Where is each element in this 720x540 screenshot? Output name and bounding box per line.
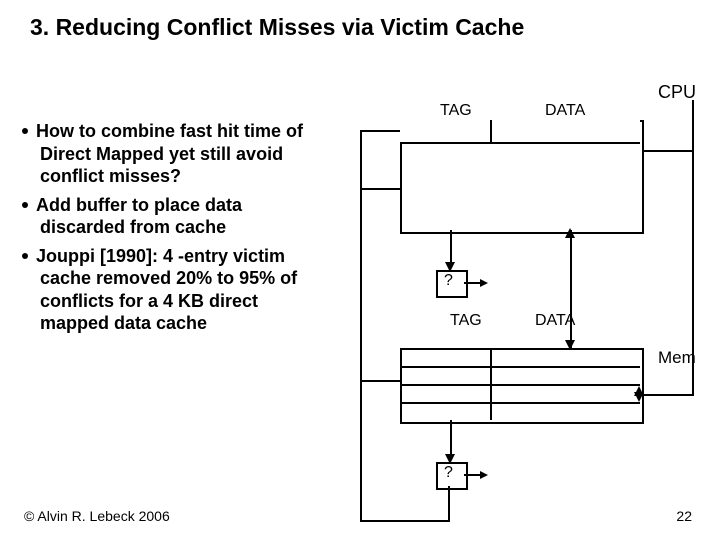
- left-top-h: [360, 130, 400, 132]
- cmp2-arrow: [480, 471, 488, 479]
- victim-r3: [400, 402, 640, 404]
- victim-to-cpu: [640, 394, 692, 396]
- bullet-1-text: How to combine fast hit time of Direct M…: [36, 121, 303, 186]
- cache-header-row: [400, 120, 640, 144]
- cache-tag-label: TAG: [440, 102, 472, 120]
- comparator-2-label: ?: [444, 464, 453, 482]
- victim-r1: [400, 366, 640, 368]
- bullet-1: How to combine fast hit time of Direct M…: [22, 120, 332, 188]
- bullet-3: Jouppi [1990]: 4 -entry victim cache rem…: [22, 245, 332, 335]
- page-number: 22: [676, 508, 692, 524]
- victim-cpu-down: [634, 392, 644, 402]
- cache-to-cpu: [640, 150, 692, 152]
- mem-label: Mem: [658, 348, 696, 368]
- bullet-3-text: Jouppi [1990]: 4 -entry victim cache rem…: [36, 246, 297, 334]
- copyright: © Alvin R. Lebeck 2006: [24, 508, 170, 524]
- data-bus-up-arrow: [565, 228, 575, 238]
- victim-div: [490, 348, 492, 420]
- cmp1-arrow: [480, 279, 488, 287]
- victim-r2: [400, 384, 640, 386]
- data-bus-down: [570, 230, 572, 348]
- victim-box: [400, 348, 644, 424]
- cache-div: [490, 120, 492, 142]
- left-mid-h: [360, 188, 400, 190]
- bullet-list: How to combine fast hit time of Direct M…: [22, 120, 332, 341]
- bullet-2: Add buffer to place data discarded from …: [22, 194, 332, 239]
- left-bottom-h: [360, 520, 450, 522]
- left-bottom-v: [448, 486, 450, 520]
- cache-data-label: DATA: [545, 102, 585, 120]
- slide-title: 3. Reducing Conflict Misses via Victim C…: [30, 14, 690, 41]
- comparator-1-label: ?: [444, 272, 453, 290]
- victim-tag-label: TAG: [450, 312, 482, 330]
- left-victim-h: [360, 380, 400, 382]
- victim-data-label: DATA: [535, 312, 575, 330]
- bullet-2-text: Add buffer to place data discarded from …: [36, 195, 242, 238]
- diagram: TAG DATA ? TAG DATA Mem ?: [340, 90, 706, 490]
